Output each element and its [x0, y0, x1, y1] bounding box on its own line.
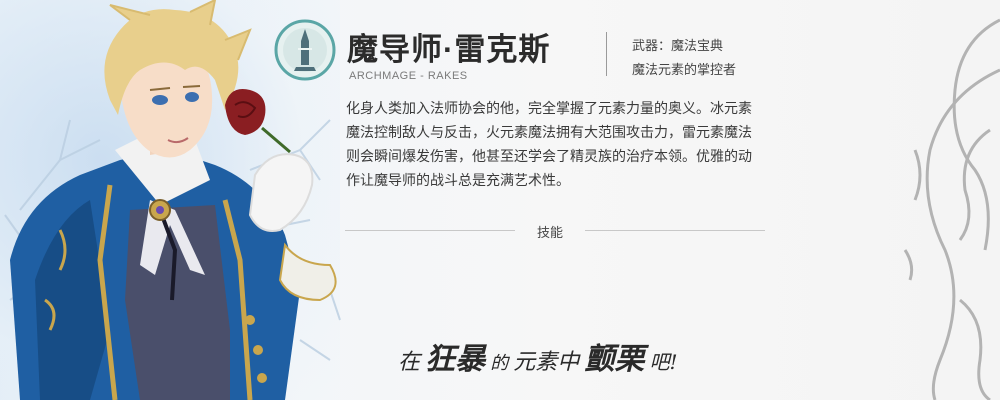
skills-divider-left: [345, 230, 515, 231]
silver-vine-decoration: [903, 18, 1000, 400]
hero-role: 魔法元素的掌控者: [632, 62, 737, 77]
slogan-part: 元素中: [513, 350, 580, 375]
slogan-part: 吧!: [649, 350, 678, 374]
hero-subtitle: ARCHMAGE - RAKES: [349, 70, 468, 82]
tower-emblem-icon: [274, 19, 336, 81]
skills-divider-right: [585, 230, 765, 231]
slogan-part: 在: [398, 350, 421, 375]
rose-flower: [225, 89, 266, 135]
hero-banner: 魔导师·雷克斯 ARCHMAGE - RAKES 武器：魔法宝典 魔法元素的掌控…: [0, 0, 1000, 400]
slogan-part: 狂暴: [425, 342, 486, 377]
hero-meta: 武器：魔法宝典 魔法元素的掌控者: [632, 34, 736, 82]
slogan-part: 颤栗: [584, 342, 645, 377]
hero-slogan: 在 狂暴 的 元素中 颤栗 吧!: [398, 334, 678, 378]
slogan-part: 的: [490, 353, 509, 374]
hero-description: 化身人类加入法师协会的他，完全掌握了元素力量的奥义。冰元素魔法控制敌人与反击，火…: [346, 100, 752, 188]
skills-heading: 技能: [536, 225, 563, 240]
title-divider: [606, 32, 607, 76]
hero-title: 魔导师·雷克斯: [347, 32, 551, 67]
hero-weapon: 武器：魔法宝典: [632, 38, 724, 53]
character-cuff: [278, 242, 337, 302]
